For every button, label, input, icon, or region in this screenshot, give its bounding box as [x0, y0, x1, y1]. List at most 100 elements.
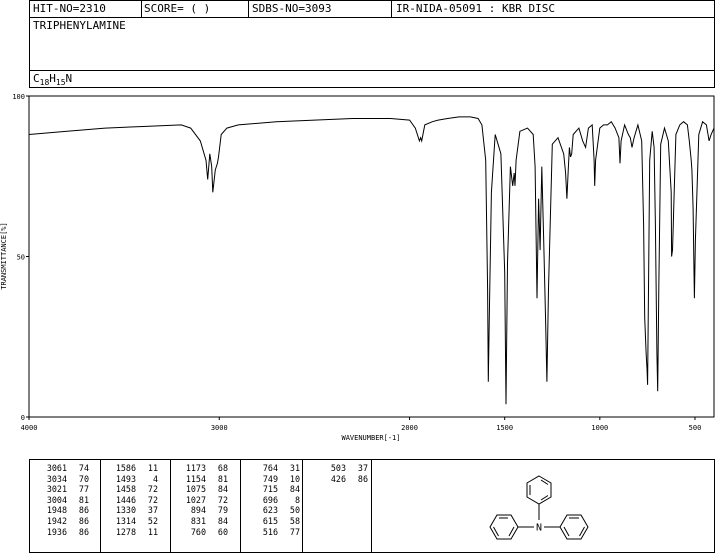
peak-wavenumber: 831 — [190, 515, 206, 526]
peak-row: 1314 52 — [106, 516, 158, 527]
peak-transmittance: 70 — [78, 473, 89, 484]
peak-wavenumber: 3004 — [46, 494, 67, 505]
peak-row: 831 84 — [176, 516, 228, 527]
peak-transmittance: 11 — [147, 463, 158, 473]
peak-wavenumber: 3034 — [46, 473, 67, 484]
peak-table-sep-2 — [170, 459, 171, 553]
peak-table-sep-3 — [240, 459, 241, 553]
x-axis-label: WAVENUMBER[-1] — [341, 434, 400, 442]
peak-wavenumber: 516 — [262, 526, 278, 537]
peak-wavenumber: 1330 — [115, 505, 136, 516]
peak-wavenumber: 1948 — [46, 505, 67, 516]
peak-transmittance: 77 — [78, 484, 89, 495]
peak-transmittance: 81 — [78, 494, 89, 505]
peak-wavenumber: 615 — [262, 515, 278, 526]
peak-wavenumber: 3021 — [46, 484, 67, 495]
peak-wavenumber: 760 — [190, 526, 206, 537]
peak-transmittance: 52 — [147, 515, 158, 526]
peak-wavenumber: 696 — [262, 494, 278, 505]
x-tick-label: 2000 — [401, 424, 418, 432]
peak-wavenumber: 1936 — [46, 526, 67, 537]
peak-column-2: 1586 11 1493 4 1458 72 1446 72 1330 37 1314 52 1278 1… — [106, 463, 158, 537]
peak-wavenumber: 1027 — [185, 494, 206, 505]
peak-row: 1948 86 — [37, 505, 89, 516]
peak-row: 1493 4 — [106, 474, 158, 485]
peak-transmittance: 72 — [217, 494, 228, 505]
peak-transmittance: 86 — [357, 473, 368, 484]
peak-wavenumber: 1458 — [115, 484, 136, 495]
x-tick-label: 500 — [689, 424, 702, 432]
peak-row: 623 50 — [248, 505, 300, 516]
peak-table-sep-1 — [100, 459, 101, 553]
peak-row: 3021 77 — [37, 484, 89, 495]
peak-row: 1173 68 — [176, 463, 228, 474]
peak-row: 3061 74 — [37, 463, 89, 474]
peak-row: 1586 11 — [106, 463, 158, 474]
peak-transmittance: 10 — [289, 473, 300, 484]
peak-wavenumber: 1154 — [185, 473, 206, 484]
peak-transmittance: 74 — [78, 463, 89, 473]
peak-transmittance: 77 — [289, 526, 300, 537]
peak-row: 426 86 — [316, 474, 368, 485]
peak-transmittance: 60 — [217, 526, 228, 537]
peak-wavenumber: 503 — [330, 463, 346, 473]
peak-transmittance: 11 — [147, 526, 158, 537]
peak-row: 760 60 — [176, 527, 228, 538]
peak-wavenumber: 1493 — [115, 473, 136, 484]
x-tick-label: 1500 — [496, 424, 513, 432]
peak-wavenumber: 764 — [262, 463, 278, 473]
peak-wavenumber: 894 — [190, 505, 206, 516]
peak-wavenumber: 1173 — [185, 463, 206, 473]
peak-transmittance: 37 — [357, 463, 368, 473]
peak-column-5: 503 37 426 86 — [316, 463, 368, 484]
peak-row: 1942 86 — [37, 516, 89, 527]
peak-wavenumber: 715 — [262, 484, 278, 495]
peak-row: 1446 72 — [106, 495, 158, 506]
peak-row: 1075 84 — [176, 484, 228, 495]
peak-table-sep-4 — [302, 459, 303, 553]
peak-wavenumber: 1586 — [115, 463, 136, 473]
peak-row: 749 10 — [248, 474, 300, 485]
peak-row: 1154 81 — [176, 474, 228, 485]
peak-transmittance: 86 — [78, 515, 89, 526]
peak-row: 894 79 — [176, 505, 228, 516]
peak-row: 3034 70 — [37, 474, 89, 485]
peak-row: 1458 72 — [106, 484, 158, 495]
peak-transmittance: 58 — [289, 515, 300, 526]
peak-wavenumber: 426 — [330, 473, 346, 484]
x-tick-label: 1000 — [591, 424, 608, 432]
peak-transmittance: 81 — [217, 473, 228, 484]
x-tick-label: 4000 — [21, 424, 38, 432]
peak-row: 1936 86 — [37, 527, 89, 538]
x-tick-label: 3000 — [211, 424, 228, 432]
peak-transmittance: 84 — [217, 515, 228, 526]
peak-transmittance: 84 — [217, 484, 228, 495]
peak-wavenumber: 1075 — [185, 484, 206, 495]
peak-wavenumber: 1278 — [115, 526, 136, 537]
peak-transmittance: 68 — [217, 463, 228, 473]
peak-transmittance: 4 — [152, 473, 158, 484]
peak-column-4: 764 31 749 10 715 84 696 8 623 50 615 58 516 77 — [248, 463, 300, 537]
peak-transmittance: 50 — [289, 505, 300, 516]
peak-wavenumber: 1314 — [115, 515, 136, 526]
plot-frame — [28, 95, 715, 418]
peak-row: 1278 11 — [106, 527, 158, 538]
peak-transmittance: 86 — [78, 526, 89, 537]
peak-transmittance: 79 — [217, 505, 228, 516]
peak-row: 1027 72 — [176, 495, 228, 506]
peak-transmittance: 72 — [147, 484, 158, 495]
y-axis-label: TRANSMITTANCE[%] — [0, 222, 8, 289]
peak-row: 503 37 — [316, 463, 368, 474]
peak-row: 615 58 — [248, 516, 300, 527]
peak-transmittance: 72 — [147, 494, 158, 505]
peak-wavenumber: 623 — [262, 505, 278, 516]
peak-row: 696 8 — [248, 495, 300, 506]
peak-column-1: 3061 74 3034 70 3021 77 3004 81 1948 86 1942 86 1936… — [37, 463, 89, 537]
peak-column-3: 1173 68 1154 81 1075 84 1027 72 894 79 831 84 760 60 — [176, 463, 228, 537]
peak-row: 715 84 — [248, 484, 300, 495]
peak-row: 3004 81 — [37, 495, 89, 506]
peak-transmittance: 8 — [294, 494, 300, 505]
peak-wavenumber: 1446 — [115, 494, 136, 505]
peak-wavenumber: 3061 — [46, 463, 67, 473]
ir-spectrum-chart: 0 50 100 4000 3000 2000 1500 1000 500 WAVENUMBE… — [0, 93, 715, 442]
